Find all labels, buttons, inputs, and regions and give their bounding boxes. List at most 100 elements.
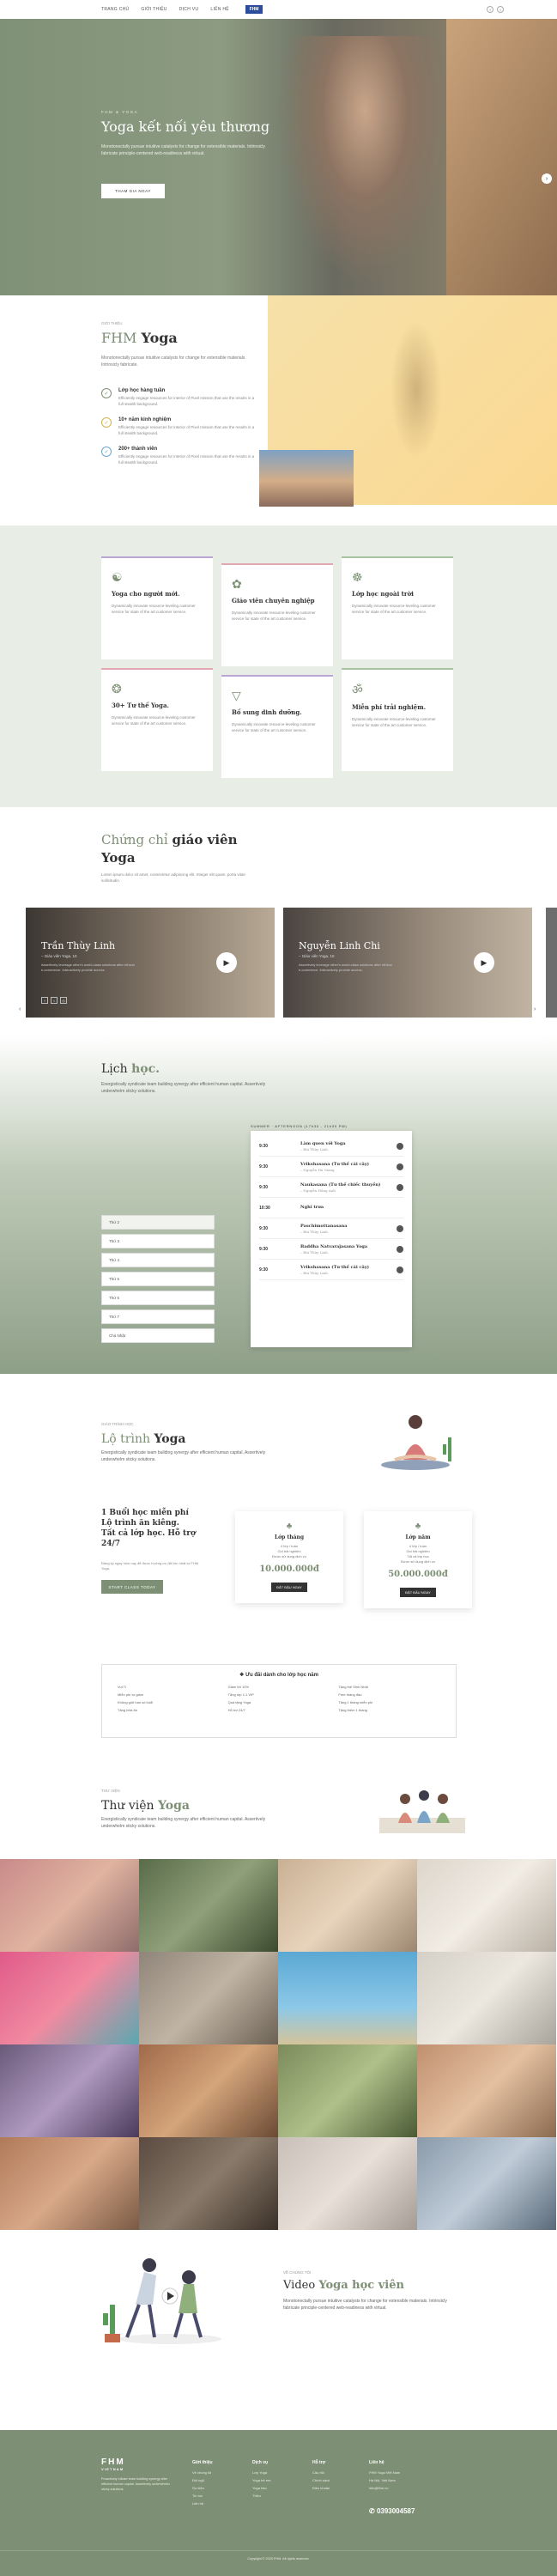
check-icon: ✓ [101, 388, 112, 398]
twitter-icon[interactable]: t [497, 6, 504, 13]
chevron-right-icon[interactable]: › [542, 173, 552, 184]
footer-link[interactable]: Yoga trẻ em [252, 2476, 270, 2484]
gallery-photo[interactable] [417, 1859, 556, 1952]
tab-day[interactable]: Thứ 6 [101, 1291, 215, 1305]
tab-day[interactable]: Thứ 3 [101, 1234, 215, 1249]
facebook-icon[interactable]: f [41, 997, 48, 1004]
plan-icon: ♣ [286, 1522, 293, 1531]
footer-link[interactable]: Liên hệ [192, 2500, 213, 2507]
row-time: 10:30 [259, 1205, 270, 1211]
hero-banner: FHM & YOGA Yoga kết nối yêu thương Monot… [0, 19, 557, 295]
footer-phone[interactable]: ✆ 0393004587 [369, 2507, 415, 2515]
site-logo[interactable]: FHM [245, 5, 263, 14]
wheel-icon: ☸ [352, 570, 363, 584]
gallery-photo[interactable] [139, 2044, 278, 2137]
service-title: Lớp học ngoài trời [352, 590, 414, 598]
meditation-illustration [381, 1415, 451, 1470]
table-row: 9:30 Baddha Natvarajasana Yoga – Bùi Thùy … [259, 1239, 403, 1260]
gallery-photo[interactable] [417, 1952, 556, 2044]
service-card[interactable]: ॐ Miễn phí trải nghiệm. Dynamically inno… [342, 668, 453, 771]
footer-logo-text: FHM [101, 2458, 125, 2467]
start-class-button[interactable]: START CLASS TODAY [101, 1580, 163, 1594]
gallery-photo[interactable] [139, 1859, 278, 1952]
teacher-card[interactable]: Trần Thùy Linh – Giáo viên Yoga, 10 Asse… [26, 908, 275, 1018]
join-now-button[interactable]: THAM GIA NGAY [101, 184, 165, 198]
footer-link[interactable]: Câu hỏi [312, 2469, 330, 2476]
gallery-photo[interactable] [0, 2137, 139, 2230]
nav-link-contact[interactable]: LIÊN HỆ [210, 7, 229, 12]
row-time: 9:30 [259, 1143, 269, 1149]
chevron-right-icon[interactable]: › [534, 1006, 541, 1013]
service-title: 30+ Tư thế Yoga. [112, 702, 169, 709]
hero-text: Monotonectally pursue intuitive catalyst… [101, 144, 265, 156]
twitter-icon[interactable]: t [51, 997, 58, 1004]
service-card[interactable]: ☸ Lớp học ngoài trời Dynamically innovat… [342, 556, 453, 659]
gallery-photo[interactable] [0, 1952, 139, 2044]
about-title-a: FHM [101, 330, 137, 346]
tab-day[interactable]: Chủ Nhật [101, 1328, 215, 1343]
row-class: Vrikshasana (Tư thế cái cây) – Nguyễn Hà … [300, 1162, 397, 1172]
footer-link[interactable]: Tin tức [192, 2492, 213, 2500]
teacher-card[interactable]: Nguyễn Linh Chi – Giáo viên Yoga, 10 Ass… [283, 908, 532, 1018]
nav-link-home[interactable]: TRANG CHỦ [101, 7, 129, 12]
gallery-photo[interactable] [278, 1859, 417, 1952]
gallery-photo[interactable] [278, 1952, 417, 2044]
footer-link[interactable]: Đội ngũ [192, 2476, 213, 2484]
instagram-icon[interactable]: ◎ [60, 997, 67, 1004]
footer-link[interactable]: Lớp Yoga [252, 2469, 270, 2476]
schedule-lead: Energistically syndicate team building s… [101, 1082, 266, 1094]
footer-link[interactable]: Về chúng tôi [192, 2469, 213, 2476]
plan-name: Lớp tháng [274, 1534, 305, 1540]
gallery-photo[interactable] [139, 1952, 278, 2044]
play-icon[interactable]: ▶ [216, 952, 237, 973]
gallery-photo[interactable] [0, 1859, 139, 1952]
footer-link[interactable]: Sự kiện [192, 2484, 213, 2492]
service-card[interactable]: ▽ Bố sung dinh dưỡng. Dynamically innova… [221, 675, 333, 778]
footer-link[interactable]: Thiền [252, 2492, 270, 2500]
tab-day[interactable]: Thứ 7 [101, 1309, 215, 1324]
schedule-section: Lịch học. Energistically syndicate team … [0, 1035, 557, 1374]
mandala-icon: ❂ [112, 682, 122, 696]
gallery-title-a: Thư viện [101, 1799, 154, 1813]
row-class: Naukasana (Tư thế chiếc thuyền) – Nguyễn … [300, 1182, 397, 1193]
service-card[interactable]: ☯ Yoga cho người mới. Dynamically innova… [101, 556, 213, 659]
gallery-photo[interactable] [417, 2044, 556, 2137]
video-title-b: Yoga học viên [318, 2279, 404, 2292]
tab-day[interactable]: Thứ 2 [101, 1215, 215, 1230]
feature-title: 10+ năm kinh nghiệm [118, 417, 172, 422]
row-time: 9:30 [259, 1163, 269, 1170]
nav-link-about[interactable]: GIỚI THIỆU [141, 7, 166, 12]
footer-logo[interactable]: FHM VIETNAM [101, 2458, 125, 2471]
gallery-photo[interactable] [0, 2044, 139, 2137]
benefits-title-text: Ưu đãi dành cho lớp học năm [245, 1673, 318, 1678]
service-text: Dynamically innovate resource-leveling c… [352, 717, 436, 727]
promo-text: 1 Buổi học miễn phí Lộ trình ăn kiêng. T… [101, 1509, 196, 1548]
service-text: Dynamically innovate resource-leveling c… [112, 604, 196, 614]
footer-link[interactable]: Chính sách [312, 2476, 330, 2484]
buy-plan-button[interactable]: ĐẶT ĐẦU NGAY [400, 1588, 436, 1597]
gallery-photo[interactable] [417, 2137, 556, 2230]
service-title: Bố sung dinh dưỡng. [232, 708, 302, 716]
video-illustration[interactable] [101, 2245, 230, 2348]
service-card[interactable]: ✿ Giáo viên chuyên nghiệp Dynamically in… [221, 563, 333, 666]
footer-link[interactable]: Yoga bầu [252, 2484, 270, 2492]
play-icon[interactable]: ▶ [474, 952, 494, 973]
table-row: 9:30 Naukasana (Tư thế chiếc thuyền) – Ngu… [259, 1177, 403, 1198]
gallery-photo[interactable] [278, 2137, 417, 2230]
footer-contact: FHM Yoga Việt Nam [369, 2470, 401, 2475]
service-card[interactable]: ❂ 30+ Tư thế Yoga. Dynamically innovate … [101, 668, 213, 771]
feature-text: Efficiently engage resources for interio… [118, 425, 255, 435]
gallery-photo[interactable] [139, 2137, 278, 2230]
teacher-card-peek [546, 908, 557, 1018]
footer-link[interactable]: Điều khoản [312, 2484, 330, 2492]
footer-contact[interactable]: info@fhm.vn [369, 2484, 400, 2492]
gallery-photo[interactable] [278, 2044, 417, 2137]
teacher-text: Assertively leverage other's world-class… [41, 963, 135, 972]
facebook-icon[interactable]: f [487, 6, 493, 13]
buy-plan-button[interactable]: ĐĂT ĐẶU NGAY [271, 1583, 307, 1592]
check-icon: ✓ [101, 417, 112, 428]
chevron-left-icon[interactable]: ‹ [19, 1006, 26, 1013]
tab-day[interactable]: Thứ 4 [101, 1253, 215, 1267]
tab-day[interactable]: Thứ 5 [101, 1272, 215, 1286]
nav-link-services[interactable]: DỊCH VỤ [179, 7, 199, 12]
